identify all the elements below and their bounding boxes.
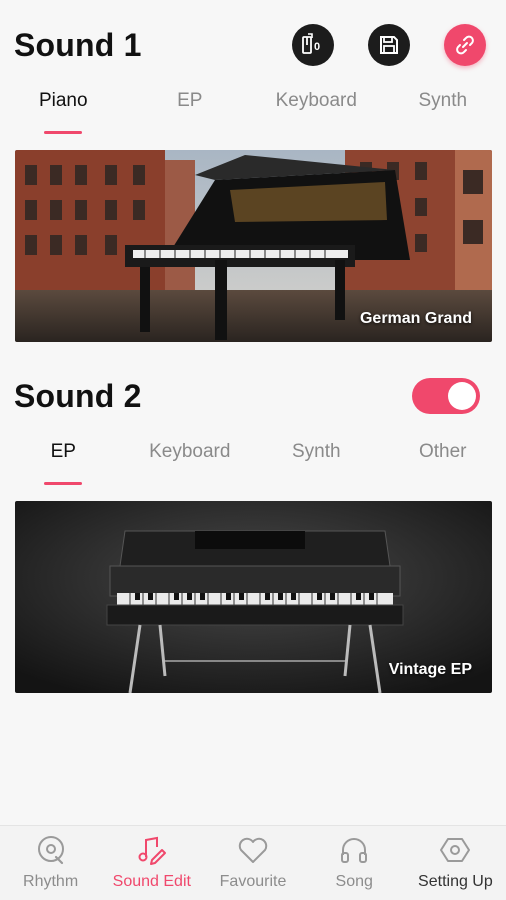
toggle-knob bbox=[448, 382, 476, 410]
sound2-header: Sound 2 bbox=[14, 371, 492, 421]
nav-rhythm[interactable]: Rhythm bbox=[0, 826, 101, 900]
link-button[interactable] bbox=[444, 24, 486, 66]
transpose-icon: 0 bbox=[302, 33, 320, 54]
sound1-title: Sound 1 bbox=[14, 26, 142, 63]
sound2-tab-other[interactable]: Other bbox=[380, 431, 506, 485]
sound1-tabs: Piano EP Keyboard Synth bbox=[0, 80, 506, 134]
sound1-card-label: German Grand bbox=[359, 310, 472, 327]
sound1-tab-synth[interactable]: Synth bbox=[380, 80, 506, 134]
nav-favourite[interactable]: Favourite bbox=[202, 826, 303, 900]
nav-sound-edit-label: Sound Edit bbox=[112, 873, 191, 890]
sound1-tab-piano[interactable]: Piano bbox=[0, 80, 127, 134]
sound2-tabs: EP Keyboard Synth Other bbox=[0, 431, 506, 485]
nav-rhythm-label: Rhythm bbox=[23, 873, 79, 890]
nav-sound-edit[interactable]: Sound Edit bbox=[101, 826, 202, 900]
sound2-card[interactable]: Vintage EP bbox=[15, 501, 492, 693]
nav-favourite-label: Favourite bbox=[219, 873, 287, 890]
sound2-tab-keyboard[interactable]: Keyboard bbox=[127, 431, 254, 485]
nav-song[interactable]: Song bbox=[304, 826, 405, 900]
sound1-tab-keyboard[interactable]: Keyboard bbox=[253, 80, 380, 134]
heart-icon bbox=[238, 837, 268, 863]
sound2-card-label: Vintage EP bbox=[388, 661, 472, 678]
save-button[interactable] bbox=[368, 24, 410, 66]
sound2-tab-ep[interactable]: EP bbox=[0, 431, 127, 485]
sound-edit-icon bbox=[138, 836, 166, 865]
save-icon bbox=[380, 36, 398, 54]
transpose-value: 0 bbox=[314, 41, 320, 53]
sound2-tab-synth[interactable]: Synth bbox=[253, 431, 380, 485]
bottom-nav: Rhythm Sound Edit Favourite Song Setting… bbox=[0, 825, 506, 900]
sound1-actions: 0 bbox=[292, 20, 486, 70]
headphones-icon bbox=[341, 838, 368, 863]
nav-setting-up[interactable]: Setting Up bbox=[405, 826, 506, 900]
sound1-card[interactable]: German Grand bbox=[15, 150, 492, 342]
sound1-header: Sound 1 0 bbox=[14, 20, 492, 70]
link-icon bbox=[456, 35, 474, 55]
sound1-tab-ep[interactable]: EP bbox=[127, 80, 254, 134]
rhythm-icon bbox=[37, 836, 64, 865]
transpose-button[interactable]: 0 bbox=[292, 24, 334, 66]
nav-song-label: Song bbox=[335, 873, 373, 890]
sound2-toggle[interactable] bbox=[412, 378, 480, 414]
settings-hex-icon bbox=[440, 838, 471, 862]
nav-setting-up-label: Setting Up bbox=[418, 873, 493, 890]
sound2-title: Sound 2 bbox=[14, 377, 142, 414]
